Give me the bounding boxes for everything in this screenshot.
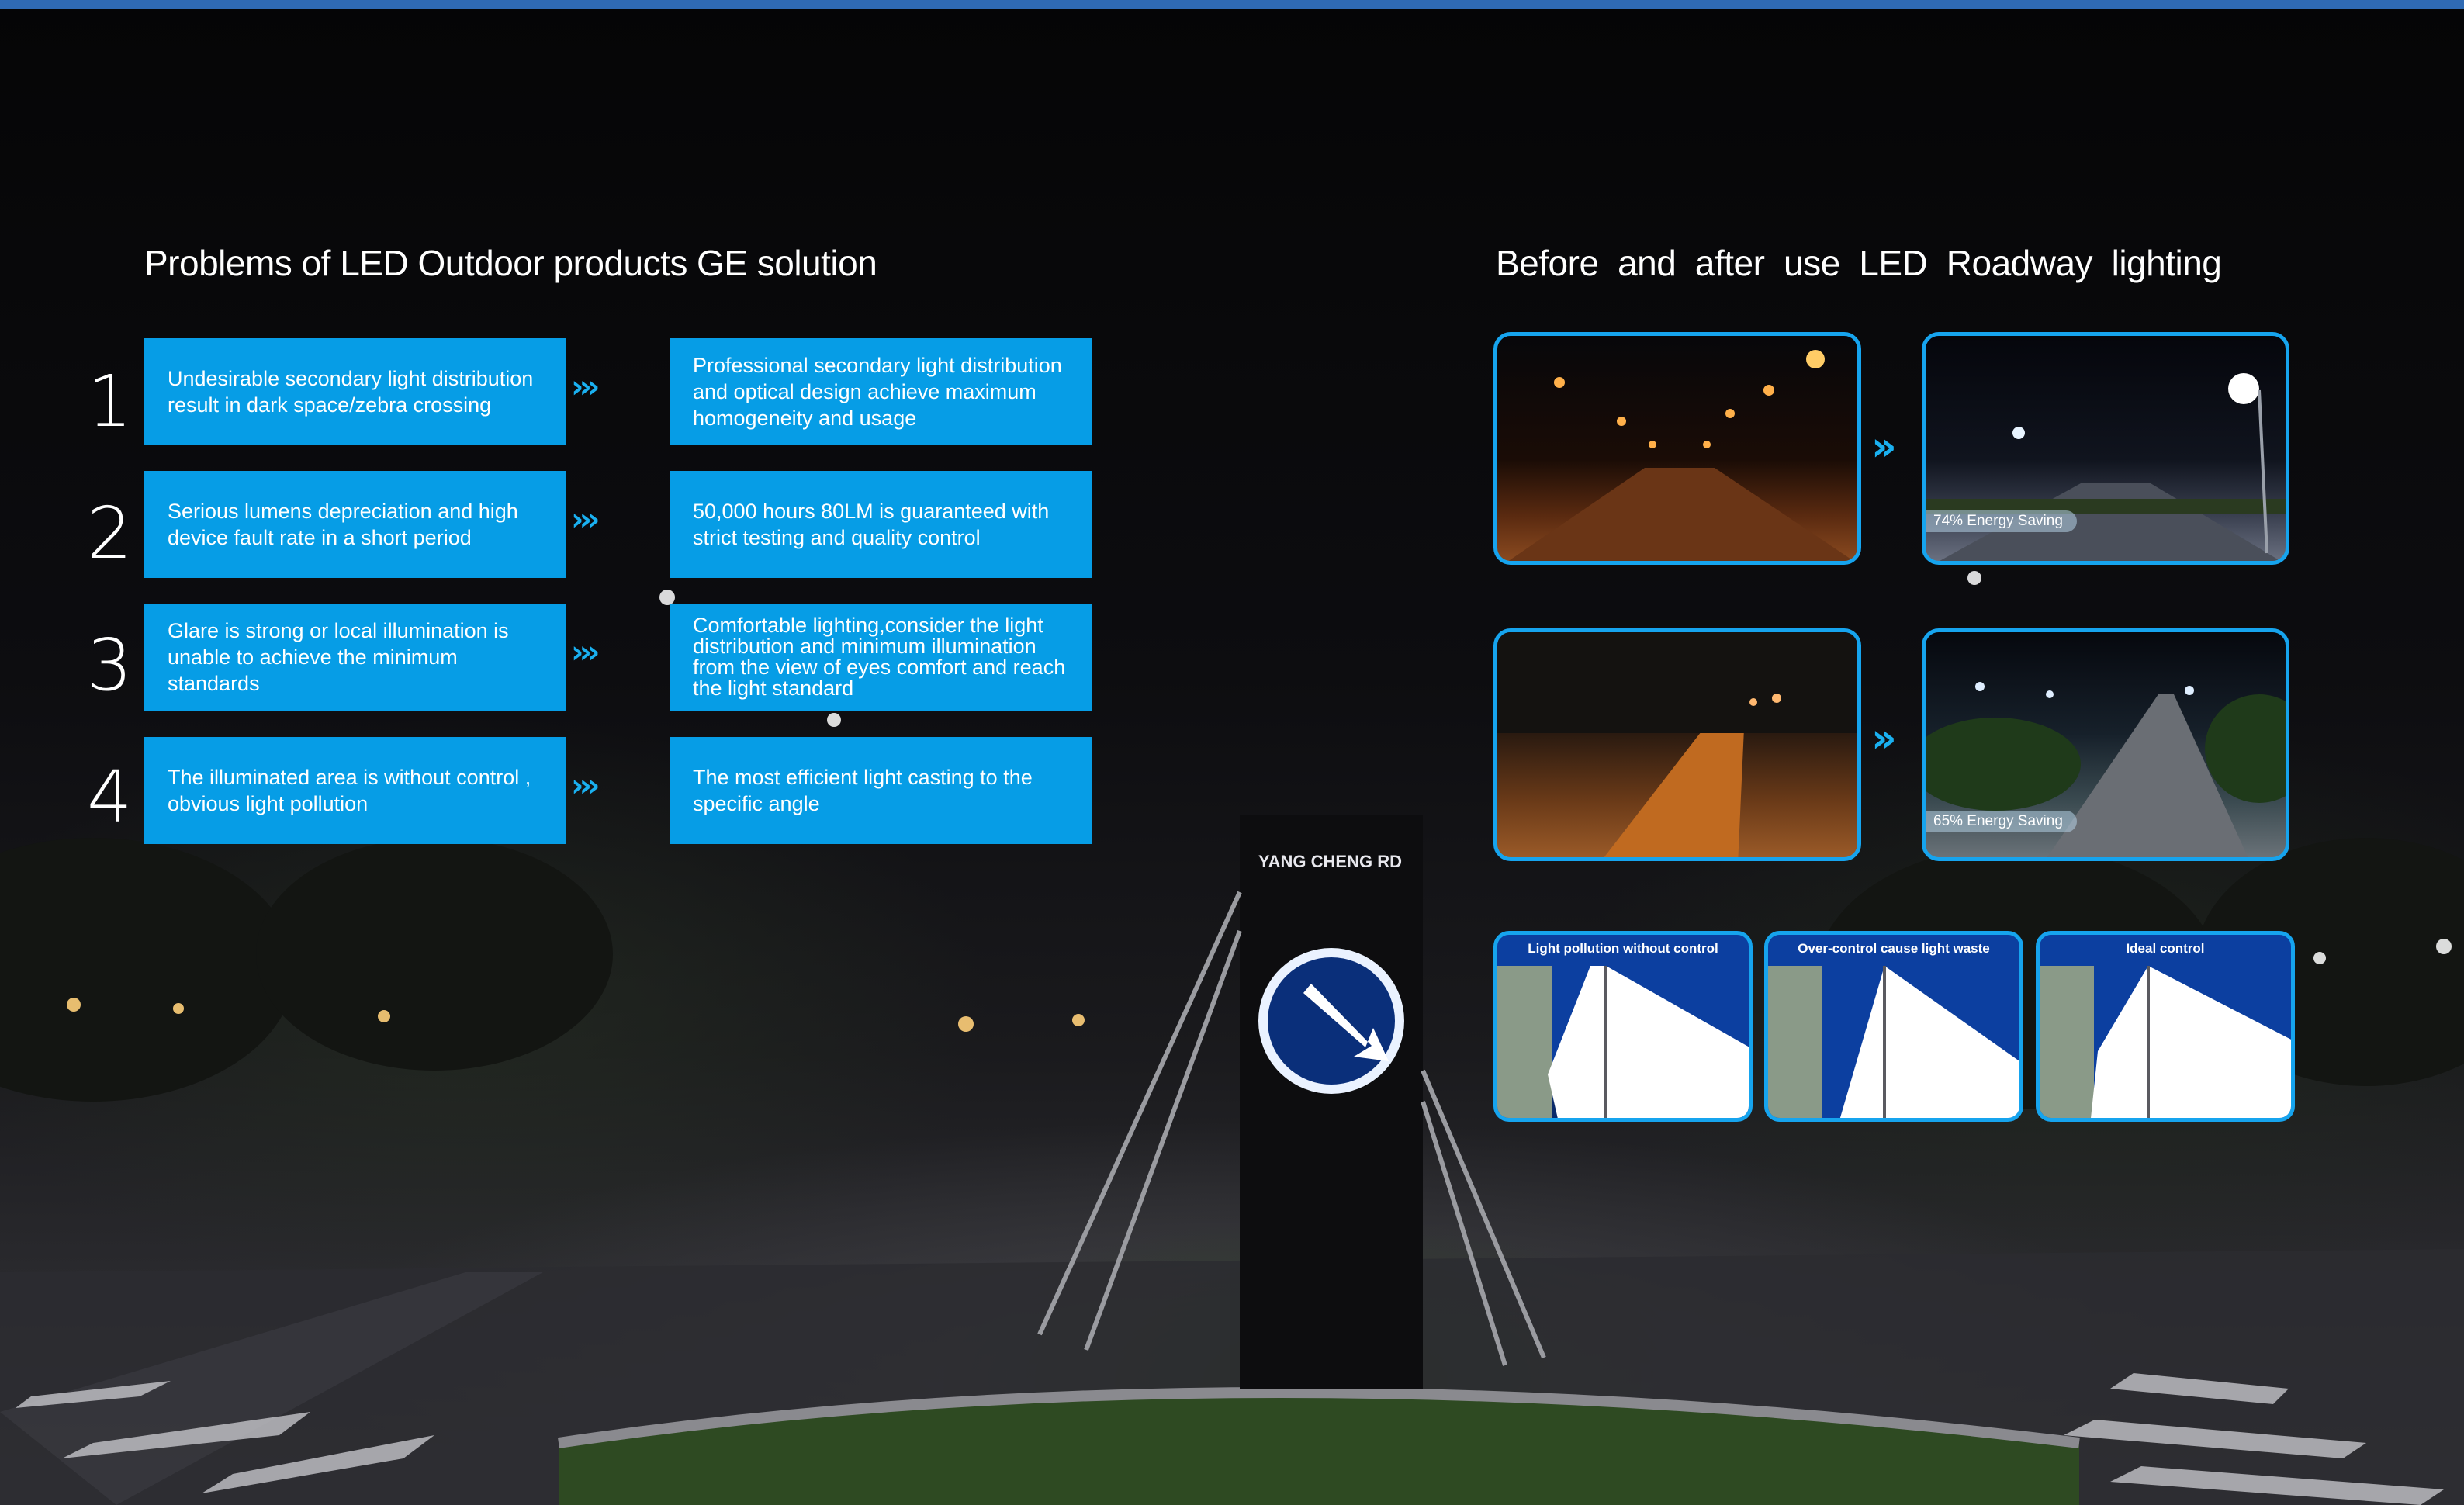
solution-box: Professional secondary light distributio…: [670, 338, 1092, 445]
double-chevron-icon: ››: [1871, 715, 1897, 762]
solution-box: The most efficient light casting to the …: [670, 737, 1092, 844]
item-number: 4: [87, 756, 133, 839]
problem-text: Undesirable secondary light distribution…: [168, 367, 534, 417]
problem-text: The illuminated area is without control …: [168, 766, 531, 815]
problem-box: Serious lumens depreciation and high dev…: [144, 471, 566, 578]
solution-box: 50,000 hours 80LM is guaranteed with str…: [670, 471, 1092, 578]
diagram-caption: Light pollution without control: [1528, 941, 1718, 956]
item-number: 1: [87, 360, 133, 443]
solution-text: Comfortable lighting,consider the light …: [693, 614, 1066, 700]
problem-box: Glare is strong or local illumination is…: [144, 604, 566, 711]
solution-heading: GE solution: [697, 243, 877, 283]
solution-text: Professional secondary light distributio…: [693, 354, 1062, 430]
solution-text: The most efficient light casting to the …: [693, 766, 1033, 815]
energy-saving-label: 74% Energy Saving: [1926, 510, 2077, 532]
after-photo-2: 65% Energy Saving: [1922, 628, 2289, 861]
triple-chevron-icon: ›››: [571, 635, 600, 670]
solution-box: Comfortable lighting,consider the light …: [670, 604, 1092, 711]
problems-heading: Problems of LED Outdoor products: [144, 243, 687, 283]
after-photo-1: 74% Energy Saving: [1922, 332, 2289, 565]
top-accent-bar: [0, 0, 2464, 9]
triple-chevron-icon: ›››: [571, 369, 600, 405]
solution-text: 50,000 hours 80LM is guaranteed with str…: [693, 500, 1050, 549]
diagram-caption: Ideal control: [2126, 941, 2205, 956]
ideal-control-diagram: Ideal control: [2036, 931, 2295, 1122]
problem-text: Glare is strong or local illumination is…: [168, 619, 509, 695]
over-control-diagram: Over-control cause light waste: [1764, 931, 2023, 1122]
double-chevron-icon: ››: [1871, 424, 1897, 470]
item-number: 2: [87, 492, 133, 575]
triple-chevron-icon: ›››: [571, 502, 600, 538]
energy-saving-label: 65% Energy Saving: [1926, 811, 2077, 832]
sign-text: YANG CHENG RD: [1258, 852, 1402, 871]
problem-box: Undesirable secondary light distribution…: [144, 338, 566, 445]
light-pollution-diagram: Light pollution without control: [1493, 931, 1753, 1122]
before-photo-1: [1493, 332, 1861, 565]
problem-text: Serious lumens depreciation and high dev…: [168, 500, 518, 549]
before-photo-2: [1493, 628, 1861, 861]
triple-chevron-icon: ›››: [571, 768, 600, 804]
item-number: 3: [87, 624, 133, 707]
diagram-caption: Over-control cause light waste: [1798, 941, 1990, 956]
before-after-heading: Before and after use LED Roadway lightin…: [1496, 243, 2222, 283]
problem-box: The illuminated area is without control …: [144, 737, 566, 844]
